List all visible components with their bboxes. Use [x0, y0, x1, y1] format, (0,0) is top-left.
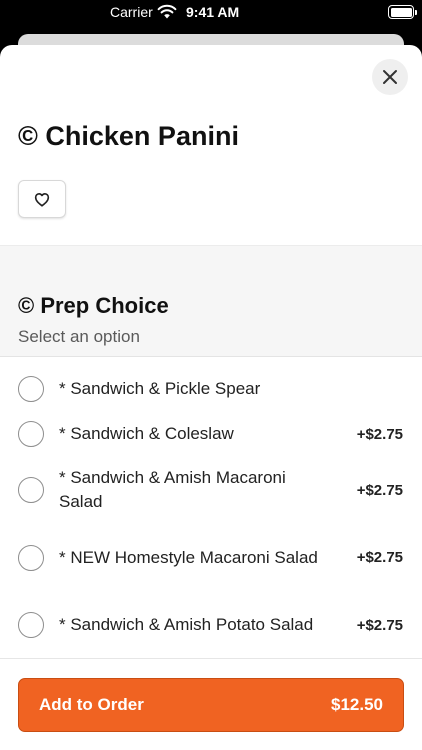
add-to-order-button[interactable]: Add to Order $12.50	[18, 678, 404, 732]
option-label: * Sandwich & Amish Macaroni Salad	[59, 468, 286, 511]
order-total: $12.50	[331, 695, 383, 714]
option-label: * Sandwich & Amish Potato Salad	[59, 615, 314, 634]
option-item[interactable]: * Sandwich & Amish Macaroni Salad +$2.75	[0, 447, 422, 533]
option-list: * Sandwich & Pickle Spear * Sandwich & C…	[0, 357, 422, 668]
option-label: * NEW Homestyle Macaroni Salad	[59, 547, 318, 567]
radio-button[interactable]	[18, 477, 44, 503]
order-footer: Add to Order $12.50	[0, 658, 422, 750]
item-detail-sheet: © Chicken Panini © Prep Choice Select an…	[0, 45, 422, 750]
radio-button[interactable]	[18, 544, 44, 571]
item-title: © Chicken Panini	[18, 121, 239, 151]
clock-time: 9:41 AM	[186, 4, 240, 20]
option-item[interactable]: * Sandwich & Coleslaw +$2.75	[0, 421, 422, 447]
option-item[interactable]: * Sandwich & Amish Potato Salad +$2.75	[0, 582, 422, 668]
option-item[interactable]: * Sandwich & Pickle Spear	[0, 357, 422, 421]
option-price: +$2.75	[356, 481, 403, 499]
add-to-order-label: Add to Order	[39, 695, 144, 714]
option-price: +$2.75	[356, 425, 403, 443]
radio-button[interactable]	[18, 421, 44, 447]
heart-outline-icon	[34, 192, 50, 207]
carrier-label: Carrier	[110, 4, 153, 20]
option-price: +$2.75	[356, 616, 403, 634]
option-price: +$2.75	[356, 549, 403, 566]
close-button[interactable]	[372, 59, 408, 95]
option-label: * Sandwich & Coleslaw	[59, 424, 234, 443]
option-item[interactable]: * NEW Homestyle Macaroni Salad +$2.75	[0, 533, 422, 582]
option-group-subtitle: Select an option	[18, 327, 140, 346]
status-bar: Carrier 9:41 AM	[0, 0, 422, 28]
radio-button[interactable]	[18, 612, 44, 638]
favorite-button[interactable]	[18, 180, 66, 218]
option-label: * Sandwich & Pickle Spear	[59, 379, 261, 398]
option-group-title: © Prep Choice	[18, 293, 169, 318]
wifi-icon	[157, 4, 177, 19]
option-group-header: © Prep Choice Select an option	[0, 245, 422, 357]
close-icon	[383, 70, 397, 84]
radio-button[interactable]	[18, 376, 44, 402]
battery-icon	[388, 5, 417, 19]
